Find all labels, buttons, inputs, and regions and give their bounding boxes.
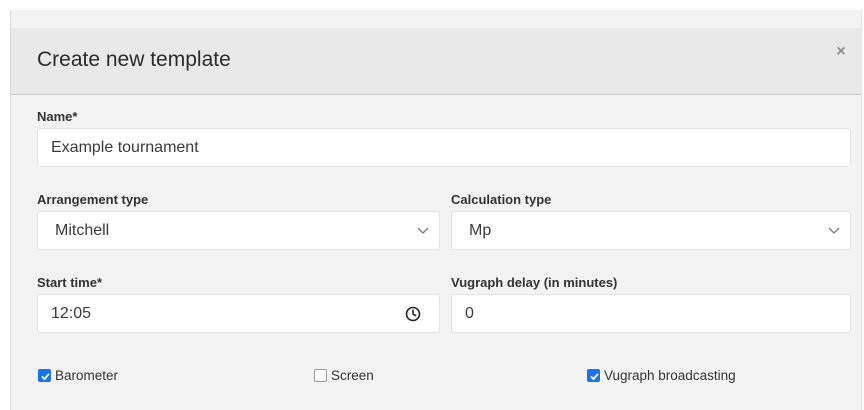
- vugraph-delay-value: 0: [465, 305, 474, 322]
- calculation-type-select[interactable]: Mp: [451, 211, 851, 250]
- check-icon: [41, 372, 50, 380]
- dialog-header: Create new template ×: [11, 28, 861, 95]
- chevron-down-icon: [417, 227, 429, 234]
- dialog-title: Create new template: [37, 48, 231, 71]
- close-icon: ×: [836, 43, 846, 60]
- create-template-dialog: Create new template × Name* Example tour…: [10, 10, 862, 410]
- barometer-label: Barometer: [55, 367, 119, 383]
- name-input-value: Example tournament: [51, 139, 199, 156]
- barometer-option[interactable]: Barometer: [38, 367, 118, 383]
- vugraph-broadcasting-option[interactable]: Vugraph broadcasting: [587, 367, 736, 383]
- start-time-input[interactable]: 12:05: [37, 294, 440, 333]
- check-icon: [590, 372, 599, 380]
- start-time-label: Start time*: [37, 275, 103, 290]
- screen-option[interactable]: Screen: [314, 367, 374, 383]
- vugraph-delay-label: Vugraph delay (in minutes): [451, 275, 618, 290]
- calculation-type-label: Calculation type: [451, 192, 552, 207]
- barometer-checkbox[interactable]: [38, 368, 51, 382]
- vugraph-delay-input[interactable]: 0: [451, 294, 851, 333]
- vugraph-broadcasting-checkbox[interactable]: [587, 368, 600, 382]
- chevron-down-icon: [828, 227, 840, 234]
- calculation-type-value: Mp: [469, 222, 492, 239]
- name-label: Name*: [37, 109, 78, 124]
- name-input[interactable]: Example tournament: [37, 128, 851, 167]
- arrangement-type-value: Mitchell: [55, 222, 110, 239]
- screen-checkbox[interactable]: [314, 368, 327, 382]
- close-button[interactable]: ×: [831, 42, 851, 62]
- start-time-value: 12:05: [51, 305, 92, 322]
- arrangement-type-select[interactable]: Mitchell: [37, 211, 440, 250]
- vugraph-broadcasting-label: Vugraph broadcasting: [604, 367, 736, 383]
- arrangement-type-label: Arrangement type: [37, 192, 149, 207]
- screen-label: Screen: [331, 367, 374, 383]
- clock-icon[interactable]: [405, 306, 421, 322]
